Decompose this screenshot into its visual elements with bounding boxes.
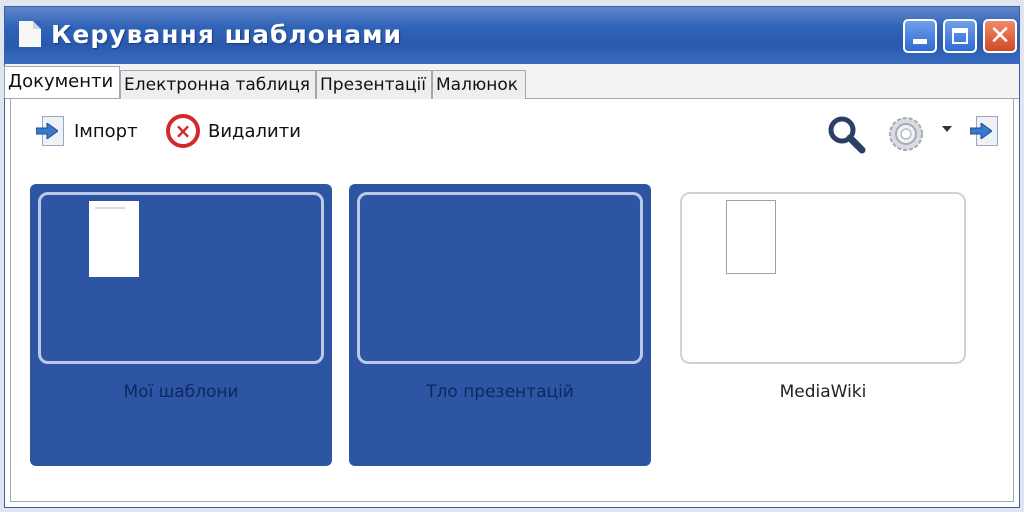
maximize-icon [952, 28, 968, 44]
template-preview [89, 201, 139, 277]
folder-label: Мої шаблони [123, 382, 239, 402]
folder-presentation-backgrounds[interactable]: Тло презентацій [349, 184, 651, 466]
window-title: Керування шаблонами [51, 20, 403, 49]
folder-mediawiki[interactable]: MediaWiki [672, 184, 974, 466]
folder-label: MediaWiki [779, 382, 867, 402]
tab-documents[interactable]: Документи [4, 66, 120, 98]
title-bar[interactable]: Керування шаблонами ✕ [5, 7, 1019, 65]
search-icon[interactable] [826, 114, 866, 154]
document-icon [19, 21, 41, 47]
import-icon [36, 116, 66, 146]
delete-label: Видалити [208, 120, 301, 142]
import-label: Імпорт [74, 120, 138, 142]
minimize-button[interactable] [903, 19, 937, 53]
folder-thumbnail [357, 192, 643, 364]
maximize-button[interactable] [943, 19, 977, 53]
close-icon: ✕ [989, 21, 1011, 51]
folder-my-templates[interactable]: Мої шаблони [30, 184, 332, 466]
chevron-down-icon[interactable] [942, 126, 952, 132]
folder-label: Тло презентацій [426, 382, 574, 402]
delete-button[interactable]: × Видалити [166, 113, 301, 149]
delete-icon: × [166, 114, 200, 148]
folder-thumbnail [680, 192, 966, 364]
import-button[interactable]: Імпорт [36, 113, 138, 149]
tab-spreadsheet[interactable]: Електронна таблиця [120, 70, 316, 99]
template-preview [726, 200, 776, 274]
tab-presentations[interactable]: Презентації [316, 70, 432, 99]
close-button[interactable]: ✕ [983, 19, 1017, 53]
tab-drawing[interactable]: Малюнок [432, 70, 526, 99]
gear-icon[interactable] [888, 116, 924, 152]
folder-thumbnail [38, 192, 324, 364]
export-icon[interactable] [970, 116, 1000, 146]
minimize-icon [913, 39, 927, 44]
